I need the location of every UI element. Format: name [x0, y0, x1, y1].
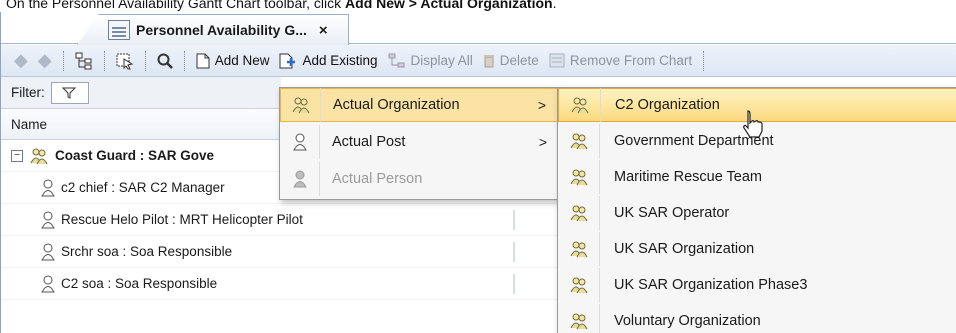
select-icon[interactable] — [111, 49, 139, 73]
add-existing-button[interactable]: Add Existing — [274, 49, 382, 73]
add-new-button[interactable]: Add New — [191, 49, 275, 73]
toolbar-separator — [103, 50, 105, 71]
delete-icon — [483, 55, 494, 68]
organization-icon — [30, 148, 48, 164]
submenu-item-label: C2 Organization — [615, 97, 720, 113]
menu-item-actual-organization[interactable]: Actual Organization > — [280, 88, 558, 122]
submenu-item[interactable]: Voluntary Organization — [558, 304, 956, 333]
collapse-icon[interactable]: − — [11, 149, 23, 162]
submenu-item[interactable]: UK SAR Operator — [558, 196, 956, 230]
submenu-item-label: Maritime Rescue Team — [614, 169, 763, 185]
submenu-item[interactable]: UK SAR Organization — [558, 232, 956, 266]
menu-item-label: Actual Post — [332, 134, 406, 150]
tree-row[interactable]: Rescue Helo Pilot : MRT Helicopter Pilot — [1, 204, 561, 236]
submenu-item-label: UK SAR Operator — [614, 205, 730, 221]
tab-personnel-availability[interactable]: Personnel Availability G... × — [77, 14, 349, 45]
back-arrow-icon[interactable]: ◆ — [9, 49, 33, 73]
organization-icon — [558, 232, 600, 266]
organization-icon — [559, 88, 601, 122]
display-all-icon — [388, 53, 405, 67]
delete-label: Delete — [499, 53, 539, 68]
organization-icon — [558, 160, 600, 194]
add-new-label: Add New — [214, 53, 270, 68]
column-header-label: Name — [11, 116, 48, 132]
remove-from-chart-icon — [549, 53, 565, 68]
filter-label: Filter: — [11, 85, 45, 100]
tree-row[interactable]: Srchr soa : Soa Responsible — [1, 236, 561, 268]
new-document-icon — [196, 53, 210, 68]
menu-item-label: Actual Organization — [333, 97, 460, 113]
toolbar-separator — [62, 50, 64, 71]
toolbar-separator — [144, 50, 146, 71]
caption-suffix: . — [552, 0, 557, 11]
toolbar: ◆ ◆ Add New Add Existing Display All Del… — [1, 45, 956, 77]
person-filled-icon — [280, 162, 320, 196]
person-icon — [41, 243, 55, 260]
submenu-item[interactable]: Maritime Rescue Team — [558, 160, 956, 194]
tree-item-label: Rescue Helo Pilot : MRT Helicopter Pilot — [61, 212, 303, 227]
forward-arrow-icon[interactable]: ◆ — [33, 49, 57, 73]
tree-item-label: c2 chief : SAR C2 Manager — [61, 180, 225, 195]
person-icon — [41, 179, 55, 196]
menu-item-actual-post[interactable]: Actual Post > — [280, 125, 558, 159]
organization-icon — [558, 268, 600, 302]
person-icon — [41, 275, 55, 292]
close-icon[interactable]: × — [319, 22, 328, 39]
add-existing-label: Add Existing — [302, 53, 378, 68]
display-all-label: Display All — [410, 53, 473, 68]
tree-row[interactable]: C2 soa : Soa Responsible — [1, 268, 561, 300]
column-divider — [513, 242, 515, 262]
delete-button[interactable]: Delete — [478, 49, 544, 73]
toolbar-separator — [183, 50, 185, 71]
caption-prefix: On the Personnel Availability Gantt Char… — [6, 0, 346, 11]
cursor-icon — [743, 110, 763, 138]
tree-item-label: C2 soa : Soa Responsible — [61, 276, 218, 291]
submenu-item-label: Voluntary Organization — [614, 313, 761, 329]
organization-icon — [558, 196, 600, 230]
add-existing-icon — [279, 53, 296, 68]
tab-title: Personnel Availability G... — [136, 22, 307, 38]
filter-dropdown[interactable] — [50, 81, 89, 104]
tree-item-label: Coast Guard : SAR Gove — [55, 148, 215, 163]
add-new-menu: Actual Organization > Actual Post > Actu… — [279, 87, 559, 200]
filter-icon — [61, 87, 76, 99]
instruction-caption: On the Personnel Availability Gantt Char… — [0, 0, 956, 12]
submenu-item[interactable]: UK SAR Organization Phase3 — [558, 268, 956, 302]
gantt-chart-icon — [108, 20, 130, 40]
tree-icon[interactable] — [70, 49, 98, 73]
organization-icon — [558, 124, 600, 158]
filter-row: Filter: — [1, 77, 281, 109]
column-divider — [513, 210, 515, 230]
tab-bar: Personnel Availability G... × — [1, 12, 956, 45]
remove-from-chart-label: Remove From Chart — [569, 53, 693, 68]
person-icon — [41, 211, 55, 228]
submenu-item-label: UK SAR Organization — [614, 241, 755, 257]
submenu-item-label: UK SAR Organization Phase3 — [614, 277, 808, 293]
menu-item-actual-person[interactable]: Actual Person — [280, 162, 558, 196]
chevron-right-icon: > — [537, 97, 547, 113]
search-icon[interactable] — [152, 49, 178, 73]
chevron-right-icon: > — [538, 134, 548, 150]
organization-icon — [558, 304, 600, 333]
remove-from-chart-button[interactable]: Remove From Chart — [544, 49, 697, 73]
display-all-button[interactable]: Display All — [383, 49, 478, 73]
caption-emphasis: Add New > Actual Organization — [345, 0, 553, 11]
person-icon — [280, 125, 320, 159]
menu-item-label: Actual Person — [332, 171, 423, 187]
toolbar-separator — [703, 50, 705, 71]
column-divider — [513, 274, 515, 294]
organization-icon — [281, 88, 321, 122]
tree-item-label: Srchr soa : Soa Responsible — [61, 244, 233, 259]
gantt-chart-window: Personnel Availability G... × ◆ ◆ Add Ne… — [0, 12, 956, 333]
